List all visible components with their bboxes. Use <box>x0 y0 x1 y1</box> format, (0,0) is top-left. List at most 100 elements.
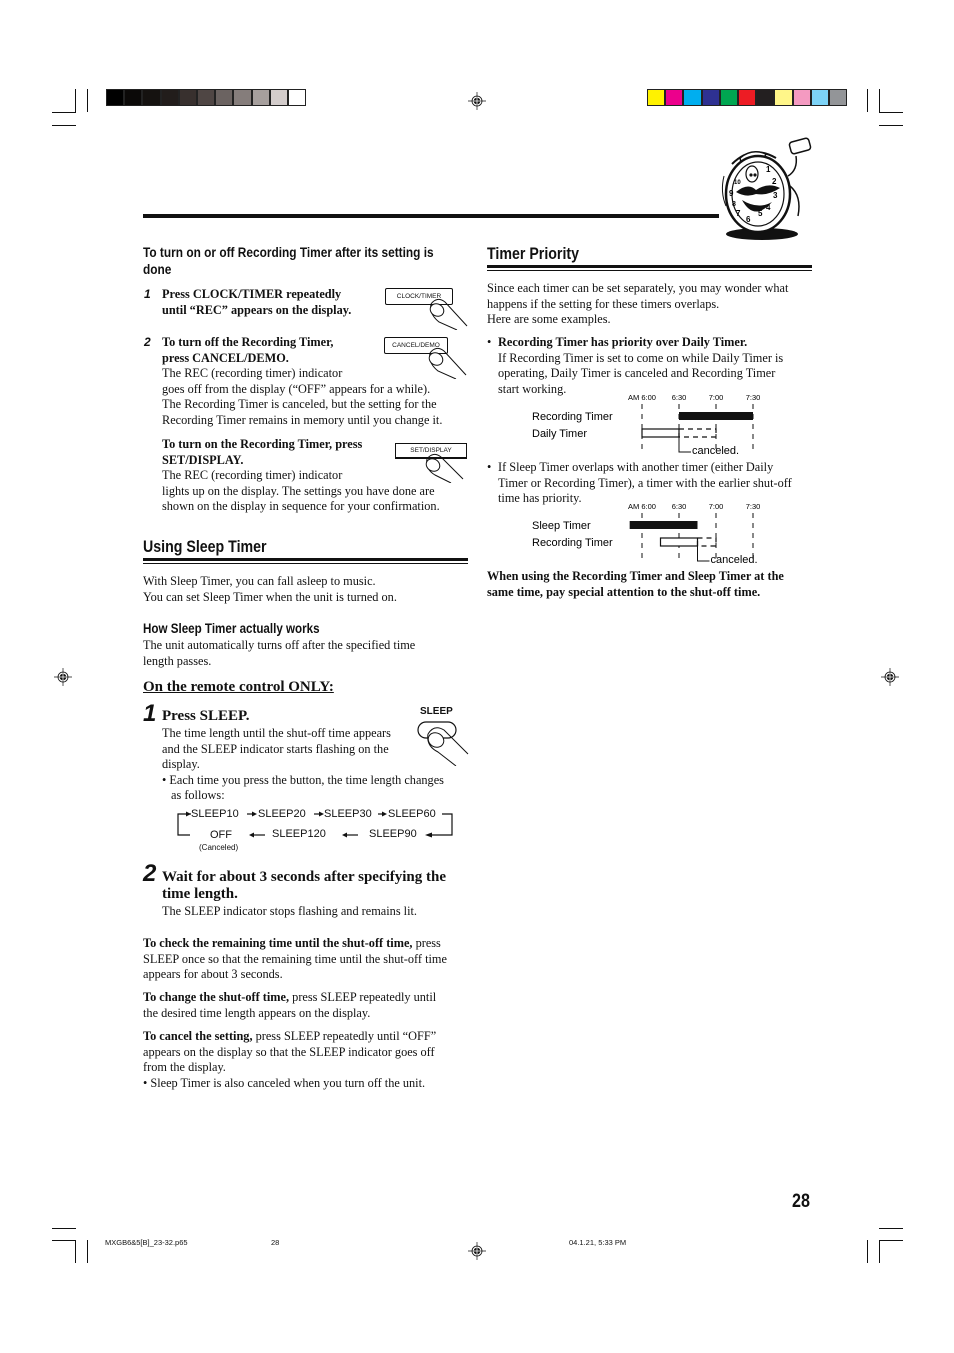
crop-mark <box>75 89 76 112</box>
svg-text:10: 10 <box>734 180 741 186</box>
recording-toggle-title-line1: To turn on or off Recording Timer after … <box>143 245 434 260</box>
cycle-item: SLEEP30 <box>324 808 372 820</box>
cancel-line2: appears on the display so that the SLEEP… <box>143 1044 435 1059</box>
heading-rule <box>143 558 468 561</box>
change-bold: To change the shut-off time, <box>143 990 290 1004</box>
tick-label: 6:30 <box>672 393 687 402</box>
crop-mark <box>867 89 868 112</box>
crop-mark <box>52 1240 76 1241</box>
bullet: • <box>487 460 492 474</box>
recording-toggle-title-line2: done <box>143 262 172 277</box>
crop-mark <box>87 89 88 112</box>
step-1-text: Press CLOCK/TIMER repeatedly until “REC”… <box>162 287 351 318</box>
crop-mark <box>879 125 903 126</box>
color-swatch <box>269 89 288 106</box>
step-number: 1 <box>143 700 157 727</box>
check-rest: press <box>412 936 441 950</box>
sleep-step1-bullet-cont: as follows: <box>171 788 225 803</box>
color-swatch <box>719 89 738 106</box>
color-swatch <box>215 89 234 106</box>
color-swatch <box>160 89 179 106</box>
priority-intro-line: Here are some examples. <box>487 312 611 327</box>
timeline-chart-svg: AM 6:00 6:30 7:00 7:30 Recording Timer Daily … <box>532 393 760 457</box>
tick-label: 7:00 <box>709 393 724 402</box>
sleep-button[interactable]: SLEEP <box>416 706 472 766</box>
color-swatch <box>810 89 829 106</box>
svg-text:5: 5 <box>758 209 763 218</box>
check-line2: SLEEP once so that the remaining time un… <box>143 951 447 966</box>
cancel-demo-button[interactable]: CANCEL/DEMO <box>384 337 472 379</box>
alarm-clock-mascot-icon: 1 2 3 4 5 6 7 8 9 10 <box>721 137 812 240</box>
svg-text:6: 6 <box>746 215 751 224</box>
wait-title-line2: time length. <box>162 886 238 902</box>
clock-timer-button[interactable]: CLOCK/TIMER <box>381 288 471 330</box>
pressing-finger-icon <box>428 347 467 379</box>
header-rule <box>143 214 719 218</box>
heading-rule <box>487 270 812 271</box>
color-swatch <box>756 89 775 106</box>
cycle-item: SLEEP60 <box>388 808 436 820</box>
svg-text:1: 1 <box>766 165 771 174</box>
svg-text:7: 7 <box>736 209 741 218</box>
wait-title-line1: Wait for about 3 seconds after specifyin… <box>162 869 447 885</box>
cancel-rest: press SLEEP repeatedly until “OFF” <box>252 1029 437 1043</box>
how-sleep-works-title: How Sleep Timer actually works <box>143 621 320 636</box>
color-swatch <box>738 89 757 106</box>
svg-text:2: 2 <box>772 177 777 186</box>
bullet: • <box>487 335 492 349</box>
sleep-step1-bullet: • Each time you press the button, the ti… <box>162 772 444 787</box>
warning-text: When using the Recording Timer and Sleep… <box>487 569 817 600</box>
pressing-finger-icon <box>425 453 464 483</box>
tick-label: AM 6:00 <box>628 393 656 402</box>
registration-mark-icon <box>881 668 899 686</box>
sleep-cycle-diagram: SLEEP10 SLEEP20 SLEEP30 SLEEP60 OFF SLEE… <box>175 806 460 854</box>
timeline-row-label: Recording Timer <box>532 411 613 423</box>
priority-intro-line: happens if the setting for these timers … <box>487 296 720 311</box>
example1-title: Recording Timer has priority over Daily … <box>498 335 748 349</box>
priority-intro: Since each timer can be set separately, … <box>487 281 817 328</box>
svg-text:4: 4 <box>766 203 771 212</box>
crop-mark <box>87 1240 88 1263</box>
color-swatch <box>701 89 720 106</box>
pressing-finger-icon <box>429 298 468 330</box>
how-sleep-works-body: The unit automatically turns off after t… <box>143 638 415 669</box>
wait-body: The SLEEP indicator stops flashing and r… <box>162 904 418 918</box>
cycle-item: SLEEP10 <box>191 808 239 820</box>
timeline-chart-svg: AM 6:00 6:30 7:00 7:30 Sleep Timer Recording … <box>532 502 760 566</box>
color-swatch <box>197 89 216 106</box>
timeline-bar-outline <box>659 537 699 547</box>
check-line3: appears for about 3 seconds. <box>143 967 283 982</box>
registration-mark-icon <box>468 1242 486 1260</box>
canceled-annotation: canceled. <box>692 445 739 457</box>
press-sleep-title: Press SLEEP. <box>162 708 250 724</box>
color-swatch <box>647 89 666 106</box>
example2-line: If Sleep Timer overlaps with another tim… <box>498 460 774 474</box>
timer-priority-heading: Timer Priority <box>487 245 580 263</box>
registration-mark-icon <box>54 668 72 686</box>
change-rest: press SLEEP repeatedly until <box>289 990 437 1004</box>
set-display-button[interactable]: SET/DISPLAY <box>395 443 471 483</box>
how-body-line: length passes. <box>143 653 212 668</box>
heading-rule <box>143 563 468 564</box>
warning-line: When using the Recording Timer and Sleep… <box>487 569 784 583</box>
timeline-bar-outline <box>641 428 680 438</box>
turn-on-body-line: lights up on the display. The settings y… <box>162 483 435 498</box>
cycle-item: SLEEP90 <box>369 828 417 840</box>
sleep-section-heading: Using Sleep Timer <box>143 538 267 556</box>
canceled-leader-line <box>697 546 710 562</box>
sleep-button-label: SLEEP <box>420 706 453 717</box>
cancel-line3: from the display. <box>143 1060 226 1075</box>
canceled-annotation: canceled. <box>711 554 758 566</box>
remote-only-label: On the remote control ONLY: <box>143 679 334 695</box>
cancel-bold: To cancel the setting, <box>143 1029 253 1043</box>
example2-line: Timer or Recording Timer), a timer with … <box>498 475 792 490</box>
step-number: 1 <box>144 287 151 301</box>
crop-mark <box>52 125 76 126</box>
timeline-bar <box>679 412 753 420</box>
step-2-body-line: Recording Timer remains in memory until … <box>162 412 443 427</box>
color-swatch <box>665 89 684 106</box>
crop-mark <box>867 1240 868 1263</box>
color-swatch <box>178 89 197 106</box>
example1-line: operating, Daily Timer is canceled and R… <box>498 366 776 381</box>
cycle-item: SLEEP120 <box>272 828 326 840</box>
